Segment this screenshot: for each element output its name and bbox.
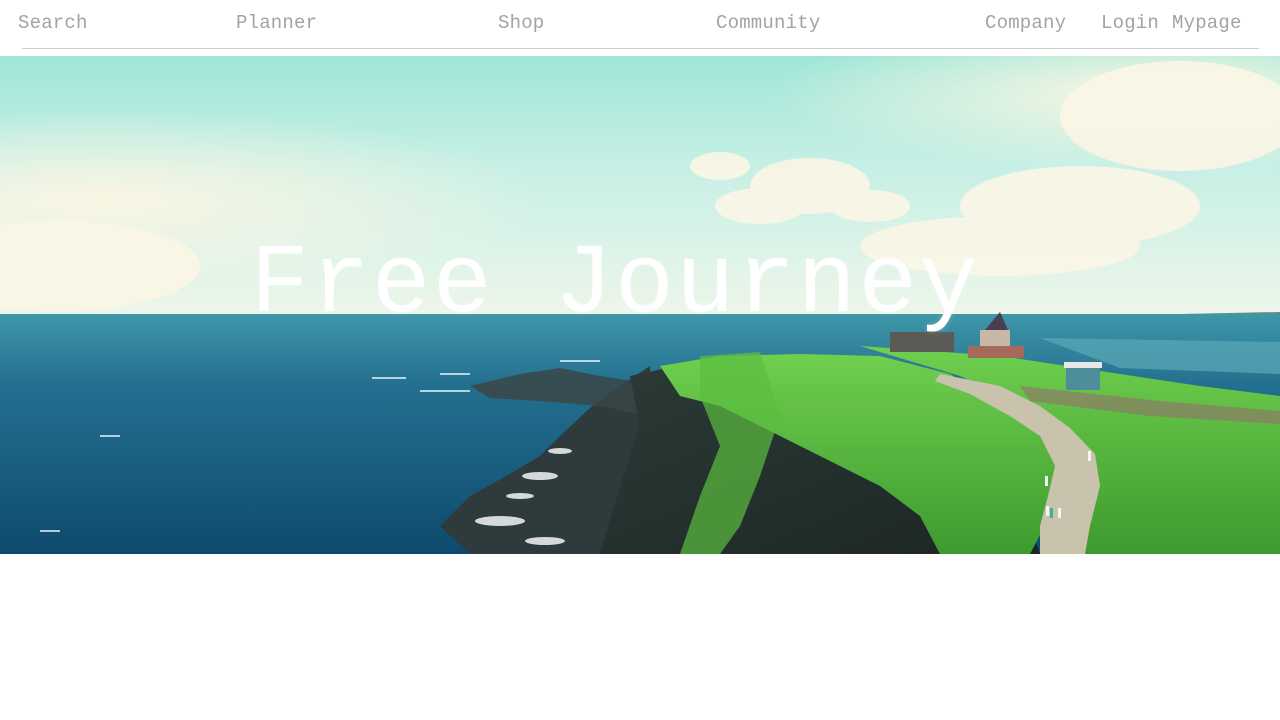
nav-login-link[interactable]: Login bbox=[1101, 11, 1159, 35]
nav-company-link[interactable]: Company bbox=[985, 11, 1066, 35]
hero-banner: Free Journey bbox=[0, 56, 1280, 554]
nav-search-link[interactable]: Search bbox=[18, 11, 88, 35]
nav-mypage-link[interactable]: Mypage bbox=[1172, 11, 1242, 35]
nav-planner-link[interactable]: Planner bbox=[236, 11, 317, 35]
nav-divider bbox=[22, 48, 1259, 49]
top-navigation: Search Planner Shop Community Company Lo… bbox=[0, 0, 1280, 48]
hero-title: Free Journey bbox=[250, 230, 980, 341]
nav-shop-link[interactable]: Shop bbox=[498, 11, 544, 35]
nav-community-link[interactable]: Community bbox=[716, 11, 820, 35]
